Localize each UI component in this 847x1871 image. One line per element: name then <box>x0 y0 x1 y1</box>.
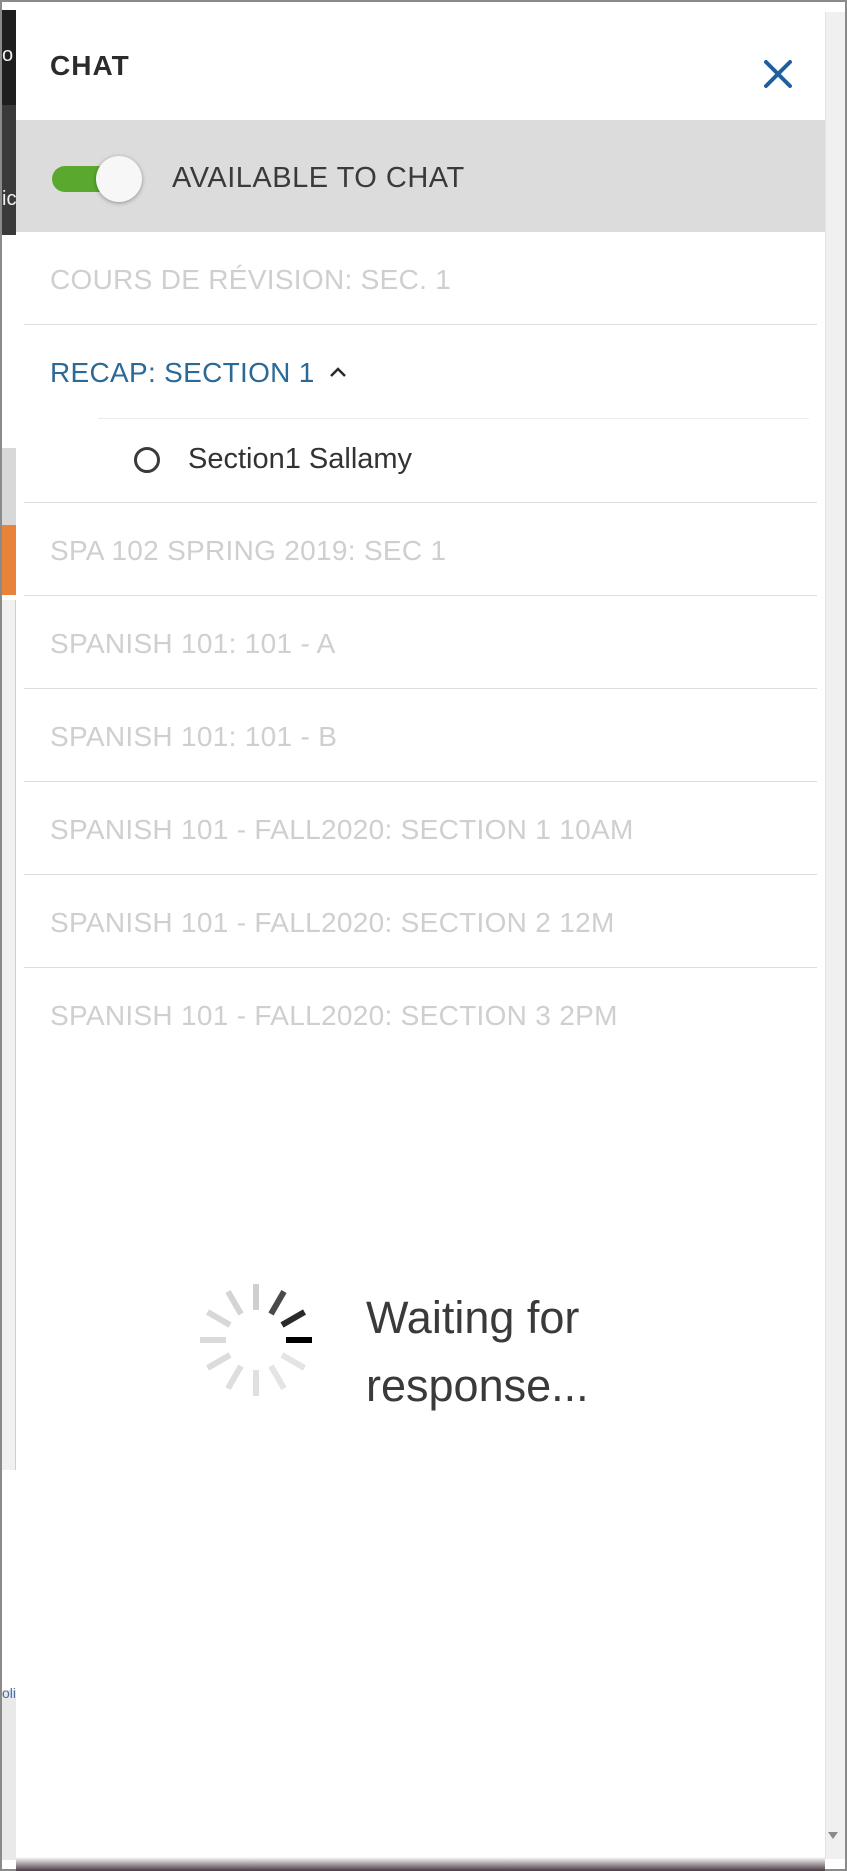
background-fragment-mid: ic <box>2 188 17 210</box>
member-name: Section1 Sallamy <box>188 443 413 475</box>
course-item[interactable]: SPANISH 101: 101 - B <box>24 689 817 782</box>
chat-title: CHAT <box>50 50 130 81</box>
waiting-indicator: Waiting for response... <box>186 1260 686 1430</box>
waiting-text-line2: response... <box>366 1360 589 1411</box>
close-button[interactable] <box>756 52 800 96</box>
chat-panel: CHAT AVAILABLE TO CHAT COURS DE RÉVISION… <box>16 12 825 1857</box>
background-page-block <box>2 448 16 528</box>
course-item[interactable]: SPA 102 SPRING 2019: SEC 1 <box>24 503 817 596</box>
waiting-text-line1: Waiting for <box>366 1292 580 1343</box>
background-page-content <box>2 600 16 1470</box>
close-icon <box>764 60 792 88</box>
course-item[interactable]: SPANISH 101 - FALL2020: SECTION 1 10AM <box>24 782 817 875</box>
bottom-edge <box>16 1857 825 1871</box>
availability-label: AVAILABLE TO CHAT <box>172 162 465 194</box>
course-label-text: RECAP: SECTION 1 <box>50 357 315 388</box>
background-page-nav <box>2 105 16 235</box>
course-label: SPANISH 101: 101 - A <box>50 628 336 659</box>
course-item-expanded[interactable]: RECAP: SECTION 1 Section1 Sallamy <box>24 325 817 503</box>
waiting-text: Waiting for response... <box>366 1284 589 1420</box>
background-page-accent <box>2 525 16 595</box>
course-label: SPANISH 101 - FALL2020: SECTION 2 12M <box>50 907 615 938</box>
course-label: SPANISH 101 - FALL2020: SECTION 3 2PM <box>50 1000 618 1031</box>
scroll-down-arrow-icon[interactable] <box>828 1832 838 1839</box>
course-item[interactable]: COURS DE RÉVISION: SEC. 1 <box>24 232 817 325</box>
availability-toggle[interactable] <box>52 156 142 202</box>
loading-spinner-icon <box>200 1284 312 1396</box>
course-item[interactable]: SPANISH 101 - FALL2020: SECTION 3 2PM <box>24 968 817 1061</box>
background-page-footer <box>2 1690 16 1860</box>
course-list: COURS DE RÉVISION: SEC. 1 RECAP: SECTION… <box>24 232 817 1061</box>
member-divider <box>98 418 809 419</box>
toggle-knob <box>96 156 142 202</box>
background-fragment-bottom: oli <box>2 1685 17 1701</box>
offline-status-icon <box>134 447 160 473</box>
course-label: SPA 102 SPRING 2019: SEC 1 <box>50 535 447 566</box>
background-fragment-top: o <box>2 44 14 66</box>
chat-header: CHAT <box>16 12 825 120</box>
course-item[interactable]: SPANISH 101: 101 - A <box>24 596 817 689</box>
availability-row: AVAILABLE TO CHAT <box>16 120 825 232</box>
course-label: COURS DE RÉVISION: SEC. 1 <box>50 264 452 295</box>
course-label: SPANISH 101 - FALL2020: SECTION 1 10AM <box>50 814 634 845</box>
course-label: RECAP: SECTION 1 <box>50 357 347 389</box>
chevron-up-icon <box>329 366 346 377</box>
panel-scrollbar[interactable] <box>825 12 845 1859</box>
course-item[interactable]: SPANISH 101 - FALL2020: SECTION 2 12M <box>24 875 817 968</box>
course-label: SPANISH 101: 101 - B <box>50 721 338 752</box>
